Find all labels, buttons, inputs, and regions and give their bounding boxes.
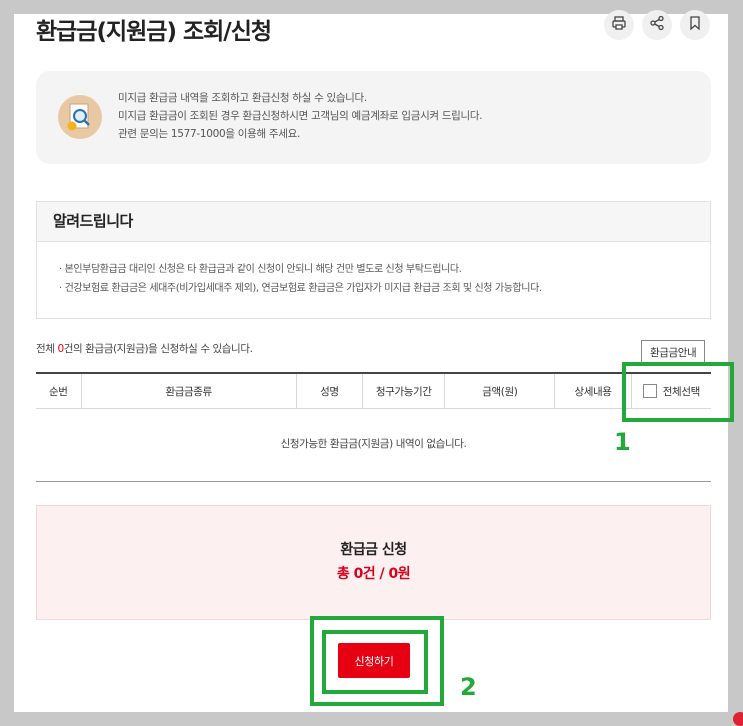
print-button[interactable]	[604, 10, 634, 40]
info-box: 미지급 환급금 내역을 조회하고 환급신청 하실 수 있습니다. 미지급 환급금…	[36, 71, 711, 164]
info-line: 미지급 환급금이 조회된 경우 환급신청하시면 고객님의 예금계좌로 입금시켜 …	[118, 110, 483, 122]
page-title: 환급금(지원금) 조회/신청	[36, 19, 272, 45]
notice-heading: 알려드립니다	[37, 202, 710, 242]
col-header-name: 성명	[297, 374, 364, 408]
col-header-period: 청구가능기간	[363, 374, 446, 408]
refund-guide-button[interactable]: 환급금안내	[641, 340, 706, 364]
search-document-icon	[58, 95, 102, 139]
print-icon	[611, 15, 627, 35]
corner-badge-icon	[733, 712, 743, 726]
annotation-label-1: 1	[614, 428, 631, 456]
divider	[36, 481, 711, 482]
info-text: 미지급 환급금 내역을 조회하고 환급신청 하실 수 있습니다. 미지급 환급금…	[118, 89, 483, 143]
apply-summary-box: 환급금 신청 총 0건 / 0원	[36, 505, 711, 620]
bookmark-icon	[687, 15, 703, 35]
info-line: 관련 문의는 1577-1000을 이용해 주세요.	[118, 128, 301, 140]
notice-panel: 알려드립니다 · 본인부담환급금 대리인 신청은 타 환급금과 같이 신청이 안…	[36, 201, 711, 319]
annotation-label-2: 2	[460, 673, 477, 701]
apply-title: 환급금 신청	[340, 542, 407, 558]
col-header-detail: 상세내용	[555, 374, 632, 408]
summary-text: 전체 0건의 환급금(지원금)을 신청하실 수 있습니다.	[36, 343, 253, 355]
col-header-type: 환급금종류	[82, 374, 297, 408]
apply-total: 총 0건 / 0원	[336, 566, 411, 582]
info-line: 미지급 환급금 내역을 조회하고 환급신청 하실 수 있습니다.	[118, 92, 367, 104]
col-header-amount: 금액(원)	[445, 374, 556, 408]
table-header: 순번 환급금종류 성명 청구가능기간 금액(원) 상세내용 전체선택	[36, 372, 711, 409]
notice-list: · 본인부담환급금 대리인 신청은 타 환급금과 같이 신청이 안되니 해당 건…	[37, 242, 710, 298]
highlight-box-2-inner	[322, 630, 428, 694]
empty-table-message: 신청가능한 환급금(지원금) 내역이 없습니다.	[280, 438, 467, 450]
notice-item: · 본인부담환급금 대리인 신청은 타 환급금과 같이 신청이 안되니 해당 건…	[59, 264, 462, 275]
col-header-number: 순번	[36, 374, 82, 408]
highlight-box-1	[622, 362, 734, 422]
share-button[interactable]	[642, 10, 672, 40]
bookmark-button[interactable]	[680, 10, 710, 40]
share-icon	[649, 15, 665, 35]
notice-item: · 건강보험료 환급금은 세대주(비가입세대주 제외), 연금보험료 환급금은 …	[59, 283, 542, 294]
